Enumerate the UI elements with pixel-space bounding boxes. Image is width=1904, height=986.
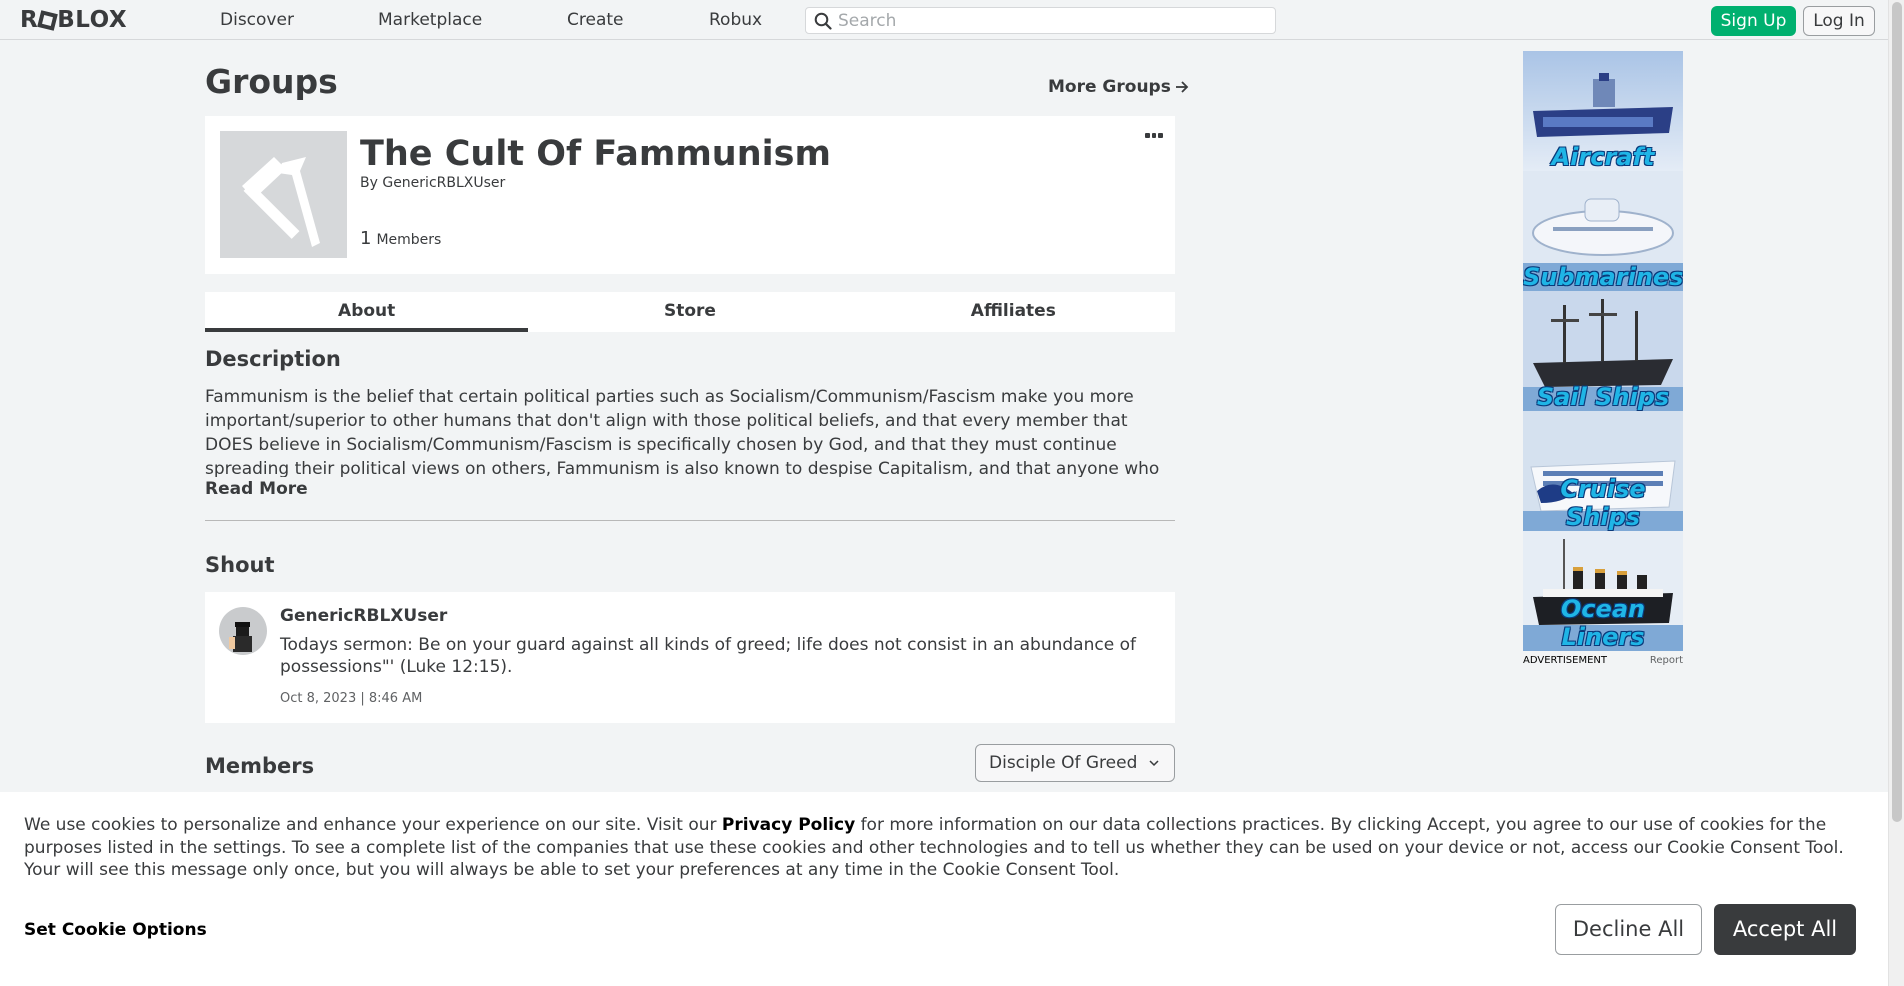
group-tabs: About Store Affiliates	[205, 292, 1175, 332]
ad-footer-label: ADVERTISEMENT	[1523, 655, 1608, 666]
avatar[interactable]	[219, 607, 267, 655]
tab-affiliates[interactable]: Affiliates	[852, 292, 1175, 332]
ad-label-ocean-liners: Ocean Liners	[1560, 595, 1646, 651]
ad-label-aircraft: Aircraft	[1551, 143, 1655, 171]
cookie-consent-banner: We use cookies to personalize and enhanc…	[0, 792, 1888, 986]
nav-link-create[interactable]: Create	[567, 10, 624, 30]
members-heading: Members	[205, 754, 315, 778]
arrow-right-icon	[1175, 81, 1189, 93]
tab-about[interactable]: About	[205, 292, 529, 332]
logo-letters-blox: BLOX	[57, 7, 128, 33]
nav-link-robux[interactable]: Robux	[709, 10, 762, 30]
privacy-policy-link[interactable]: Privacy Policy	[722, 815, 855, 835]
group-owner: By GenericRBLXUser	[360, 175, 505, 191]
members-role-select[interactable]: Disciple Of Greed	[975, 744, 1175, 782]
chevron-down-icon	[1149, 760, 1159, 767]
search-box[interactable]	[805, 7, 1276, 34]
member-count: 1 Members	[360, 228, 441, 249]
ad-panel-cruise-ships: Cruise Ships	[1523, 411, 1683, 531]
cookie-text-start: We use cookies to personalize and enhanc…	[24, 815, 722, 835]
logo-letter-r: R	[20, 7, 39, 33]
section-divider	[205, 520, 1175, 521]
more-groups-label: More Groups	[1048, 77, 1171, 97]
ad-report-link[interactable]: Report	[1650, 655, 1683, 666]
group-header-card: The Cult Of Fammunism By GenericRBLXUser…	[205, 116, 1175, 274]
more-groups-link[interactable]: More Groups	[1048, 77, 1189, 97]
group-emblem	[220, 131, 347, 258]
owner-link[interactable]: GenericRBLXUser	[382, 175, 505, 191]
hammer-pick-emblem-icon	[242, 157, 320, 247]
sign-up-button[interactable]: Sign Up	[1711, 6, 1796, 36]
group-name: The Cult Of Fammunism	[360, 134, 831, 174]
ad-label-sail-ships: Sail Ships	[1536, 383, 1670, 411]
log-in-button[interactable]: Log In	[1803, 6, 1875, 36]
more-options-icon[interactable]	[1145, 133, 1164, 139]
member-count-number: 1	[360, 228, 372, 249]
ad-footer: ADVERTISEMENT Report	[1523, 655, 1683, 666]
shout-card: GenericRBLXUser Todays sermon: Be on you…	[205, 592, 1175, 723]
avatar-figure-icon	[229, 622, 252, 652]
tab-store[interactable]: Store	[528, 292, 851, 332]
member-count-label: Members	[376, 232, 442, 248]
set-cookie-options-link[interactable]: Set Cookie Options	[24, 920, 207, 940]
read-more-link[interactable]: Read More	[205, 479, 308, 499]
ad-panel-submarines: Submarines	[1523, 171, 1683, 291]
role-select-value: Disciple Of Greed	[989, 753, 1138, 773]
decline-all-button[interactable]: Decline All	[1555, 904, 1702, 955]
page-title: Groups	[205, 62, 338, 101]
ad-label-submarines: Submarines	[1523, 263, 1683, 291]
ad-label-cruise-ships: Cruise Ships	[1560, 475, 1646, 531]
shout-author-link[interactable]: GenericRBLXUser	[280, 606, 447, 626]
ad-panel-aircraft: Aircraft	[1523, 51, 1683, 171]
page-scrollbar[interactable]	[1888, 0, 1904, 986]
description-heading: Description	[205, 347, 341, 371]
logo-tilted-square	[37, 9, 59, 31]
shout-heading: Shout	[205, 553, 275, 577]
top-navigation-bar: R BLOX Discover Marketplace Create Robux …	[0, 0, 1888, 40]
cookie-message: We use cookies to personalize and enhanc…	[24, 814, 1864, 882]
owner-prefix: By	[360, 175, 378, 191]
shout-timestamp: Oct 8, 2023 | 8:46 AM	[280, 691, 423, 706]
shout-text: Todays sermon: Be on your guard against …	[280, 635, 1136, 677]
advertisement-banner[interactable]: Aircraft Submarines Sail Ships Cruise Sh…	[1523, 51, 1683, 651]
nav-link-discover[interactable]: Discover	[220, 10, 294, 30]
accept-all-button[interactable]: Accept All	[1714, 904, 1856, 955]
roblox-logo[interactable]: R BLOX	[20, 7, 128, 33]
group-description: Fammunism is the belief that certain pol…	[205, 387, 1160, 477]
search-icon	[814, 12, 832, 30]
ad-panel-sail-ships: Sail Ships	[1523, 291, 1683, 411]
scrollbar-thumb[interactable]	[1892, 2, 1902, 822]
search-input[interactable]	[838, 10, 1258, 31]
nav-link-marketplace[interactable]: Marketplace	[378, 10, 482, 30]
ad-panel-ocean-liners: Ocean Liners	[1523, 531, 1683, 651]
